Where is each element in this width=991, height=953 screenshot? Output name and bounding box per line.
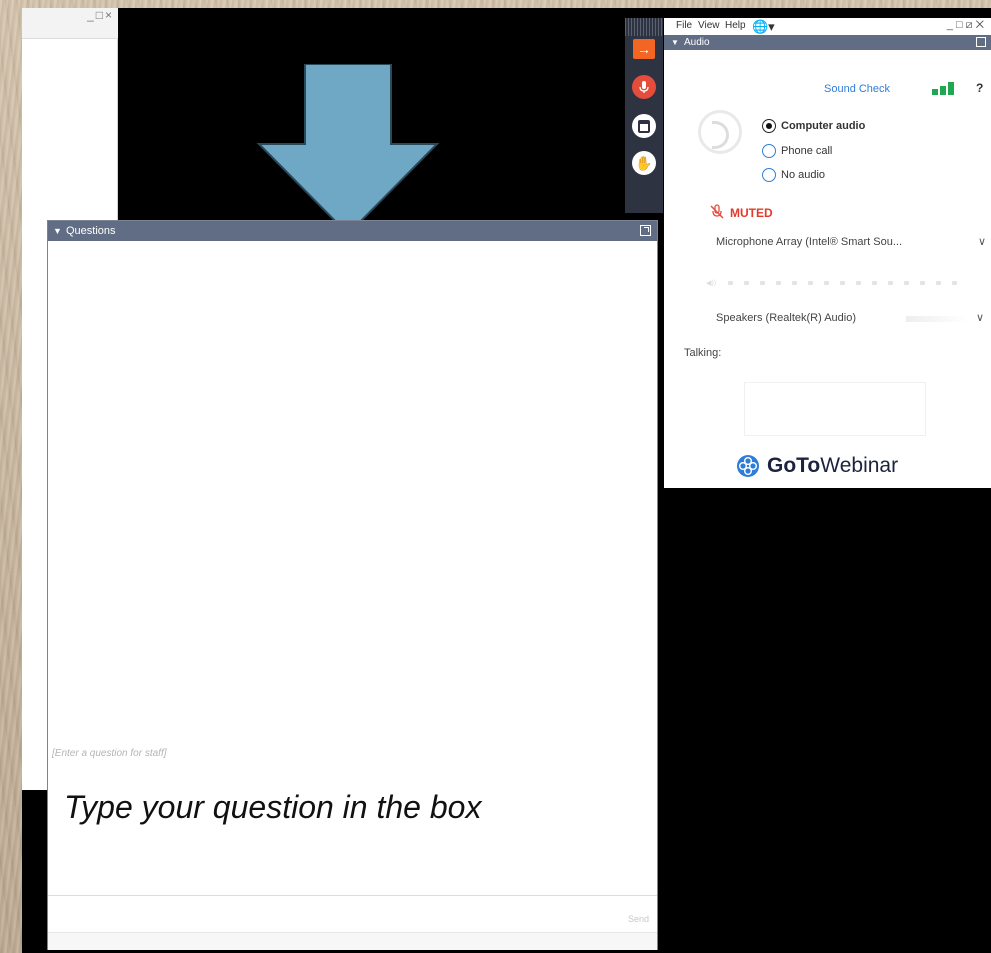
level-dot [840,281,845,285]
radio-button[interactable] [762,168,776,182]
microphone-glyph [639,81,649,93]
signal-strength-icon [932,82,954,95]
level-dot [792,281,797,285]
menu-file[interactable]: File [676,20,692,31]
microphone-muted-icon[interactable] [632,75,656,99]
grip-handle[interactable] [625,18,663,36]
brand-name-bold: GoTo [767,454,821,477]
level-dot [936,281,941,285]
input-level-meter: ◀)) [706,279,968,287]
down-arrow-icon [256,64,440,236]
questions-header[interactable]: ▼ Questions [48,221,657,241]
chevron-down-icon: ∨ [975,312,984,324]
talking-list [744,382,926,436]
speaker-select[interactable]: Speakers (Realtek(R) Audio) ∨ [716,306,986,330]
questions-title: Questions [66,225,116,237]
microphone-muted-icon [710,204,724,223]
level-dot [776,281,781,285]
level-dot [888,281,893,285]
popout-icon[interactable] [976,37,986,47]
control-strip: → ✋ [625,18,663,213]
level-dot [856,281,861,285]
brand-name: GoToWebinar [767,454,898,478]
radio-computer-audio[interactable]: Computer audio [762,119,865,133]
sound-check-link[interactable]: Sound Check [824,83,890,95]
radio-phone-call[interactable]: Phone call [762,144,832,158]
gotowebinar-flower-icon [737,455,759,477]
talking-label: Talking: [684,347,722,359]
question-input-placeholder[interactable]: [Enter a question for staff] [52,748,167,759]
instruction-caption: Type your question in the box [64,789,482,825]
microphone-select-value: Microphone Array (Intel® Smart Sou... [716,236,903,248]
goto-control-panel: File View Help 🌐▾ _□⧄✕ ▼ Audio Sound Che… [664,18,991,488]
audio-title: Audio [684,37,710,48]
level-dot [952,281,957,285]
radio-label: Computer audio [781,120,866,132]
divider [48,895,657,896]
menu-bar: File View Help 🌐▾ _□⧄✕ [664,18,991,35]
help-icon[interactable]: ? [976,81,983,95]
window-glyph [638,119,650,133]
window-controls[interactable]: _□⧄✕ [947,19,987,32]
chevron-down-icon: ∨ [977,236,986,248]
window-icon[interactable] [632,114,656,138]
menu-help[interactable]: Help [725,20,746,31]
level-dot [744,281,749,285]
arrow-right-icon[interactable]: → [633,39,655,59]
radio-button[interactable] [762,144,776,158]
questions-panel: ▼ Questions [Enter a question for staff]… [47,220,658,950]
collapse-triangle-icon[interactable]: ▼ [53,221,62,241]
level-dot [872,281,877,285]
menu-view[interactable]: View [698,20,720,31]
speaker-select-value: Speakers (Realtek(R) Audio) [716,312,857,324]
radio-no-audio[interactable]: No audio [762,168,825,182]
radio-label: No audio [781,169,826,181]
speaker-icon [698,110,742,154]
globe-icon[interactable]: 🌐▾ [752,19,775,35]
level-dot [920,281,925,285]
audio-header[interactable]: ▼ Audio [664,35,991,50]
background-window-titlebar: _□× [22,8,118,39]
microphone-select[interactable]: Microphone Array (Intel® Smart Sou... ∨ [716,230,988,254]
level-dot [760,281,765,285]
level-dot [728,281,733,285]
level-dot [808,281,813,285]
level-dot [904,281,909,285]
background-window-controls[interactable]: _□× [87,8,114,22]
gotowebinar-logo: GoToWebinar [736,452,936,480]
popout-icon[interactable] [640,225,651,236]
radio-label: Phone call [781,145,833,157]
radio-button-selected[interactable] [762,119,776,133]
level-dot [824,281,829,285]
send-button[interactable]: Send [628,914,649,924]
questions-footer [48,932,657,950]
raise-hand-icon[interactable]: ✋ [632,151,656,175]
speaker-level-icon: ◀)) [706,280,717,287]
brand-name-regular: Webinar [820,454,899,477]
collapse-triangle-icon[interactable]: ▼ [671,35,679,50]
muted-status-label: MUTED [730,206,773,220]
faded-bar [906,316,968,322]
